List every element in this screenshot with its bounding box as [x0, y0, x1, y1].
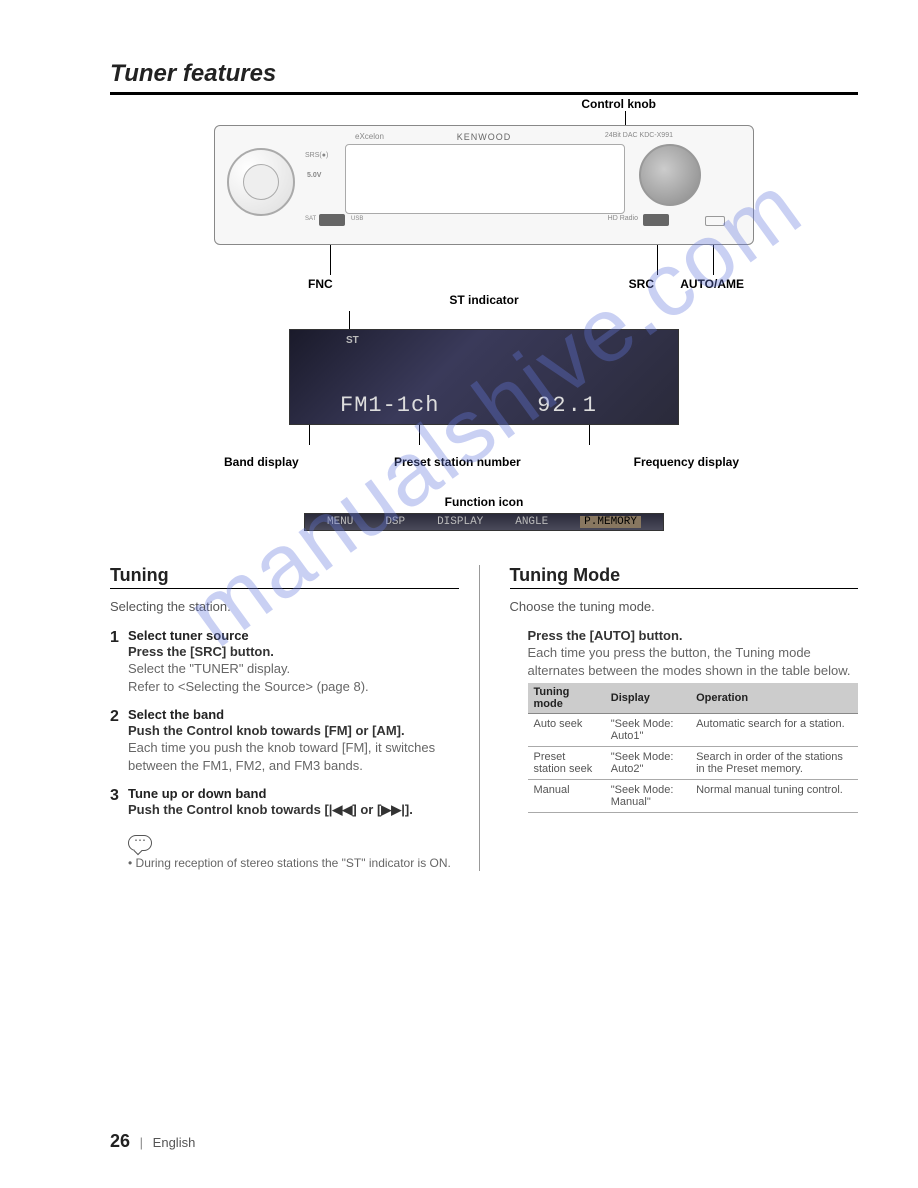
step-action: Push the Control knob towards [|◀◀] or [… — [128, 802, 459, 818]
table-header: Tuning mode — [528, 683, 605, 714]
callout-freq-display: Frequency display — [634, 455, 739, 469]
fnc-button-icon — [319, 214, 345, 226]
page-footer: 26 | English — [110, 1131, 195, 1152]
lcd-st-indicator: ST — [346, 335, 359, 346]
func-item: DISPLAY — [437, 516, 483, 528]
tuning-intro: Selecting the station. — [110, 599, 459, 614]
step-3: 3 Tune up or down band Push the Control … — [110, 786, 459, 819]
radio-faceplate: KENWOOD eXcelon 24Bit DAC KDC-X991 SRS(●… — [214, 125, 754, 245]
radio-screen-icon — [345, 144, 625, 214]
section-heading-tuning: Tuning — [110, 565, 459, 589]
callout-auto-ame: AUTO/AME — [680, 277, 744, 291]
step-1: 1 Select tuner source Press the [SRC] bu… — [110, 628, 459, 695]
callout-st-indicator: ST indicator — [110, 293, 858, 307]
note-text: During reception of stereo stations the … — [128, 855, 459, 871]
footer-language: English — [153, 1135, 196, 1150]
srs-label: SRS(●) — [305, 152, 328, 159]
tuning-mode-section: Tuning Mode Choose the tuning mode. Pres… — [510, 565, 859, 871]
sat-label: SAT — [305, 216, 316, 222]
step-number: 1 — [110, 628, 128, 695]
control-knob-icon — [639, 144, 701, 206]
callout-fnc: FNC — [308, 277, 333, 291]
step-desc: Each time you push the knob toward [FM],… — [128, 739, 459, 774]
tuning-mode-intro: Choose the tuning mode. — [510, 599, 859, 614]
model-label: 24Bit DAC KDC-X991 — [605, 132, 673, 139]
table-cell: "Seek Mode: Manual" — [605, 780, 690, 813]
table-cell: Preset station seek — [528, 747, 605, 780]
table-row: Auto seek "Seek Mode: Auto1" Automatic s… — [528, 714, 859, 747]
volume-knob-center-icon — [243, 164, 279, 200]
leader-line — [713, 245, 714, 275]
table-cell: "Seek Mode: Auto2" — [605, 747, 690, 780]
table-row: Manual "Seek Mode: Manual" Normal manual… — [528, 780, 859, 813]
step-title: Select the band — [128, 707, 459, 722]
func-item: MENU — [327, 516, 353, 528]
section-heading-tuning-mode: Tuning Mode — [510, 565, 859, 589]
leader-line — [309, 425, 310, 445]
table-header: Display — [605, 683, 690, 714]
table-header: Operation — [690, 683, 858, 714]
callout-function-icon: Function icon — [110, 495, 858, 509]
lcd-band-text: FM1-1ch — [340, 393, 439, 418]
lcd-display: ST FM1-1ch 92.1 — [289, 329, 679, 425]
hdradio-label: HD Radio — [608, 215, 638, 222]
function-icon-bar: MENU DSP DISPLAY ANGLE P.MEMORY — [304, 513, 664, 531]
tuning-mode-action: Press the [AUTO] button. — [528, 628, 859, 643]
leader-line — [419, 425, 420, 445]
brand-label: KENWOOD — [457, 132, 512, 142]
func-item: DSP — [385, 516, 405, 528]
callout-control-knob: Control knob — [581, 97, 656, 111]
main-diagram: Control knob KENWOOD eXcelon 24Bit DAC K… — [110, 125, 858, 531]
auto-button-icon — [705, 216, 725, 226]
step-title: Select tuner source — [128, 628, 459, 643]
step-action: Press the [SRC] button. — [128, 644, 459, 659]
step-number: 2 — [110, 707, 128, 774]
table-row: Preset station seek "Seek Mode: Auto2" S… — [528, 747, 859, 780]
leader-line — [657, 245, 658, 275]
table-cell: Auto seek — [528, 714, 605, 747]
src-button-icon — [643, 214, 669, 226]
usb-label: USB — [351, 216, 363, 222]
note-icon — [128, 835, 152, 851]
callout-preset-number: Preset station number — [394, 455, 521, 469]
table-cell: "Seek Mode: Auto1" — [605, 714, 690, 747]
series-label: eXcelon — [355, 132, 384, 141]
func-item-active: P.MEMORY — [580, 516, 641, 528]
step-title: Tune up or down band — [128, 786, 459, 801]
table-cell: Search in order of the stations in the P… — [690, 747, 858, 780]
table-cell: Manual — [528, 780, 605, 813]
page-title: Tuner features — [110, 60, 858, 95]
func-item: ANGLE — [515, 516, 548, 528]
page-number: 26 — [110, 1131, 130, 1151]
tuning-mode-desc: Each time you press the button, the Tuni… — [528, 644, 859, 679]
callout-band-display: Band display — [224, 455, 299, 469]
tuning-section: Tuning Selecting the station. 1 Select t… — [110, 565, 480, 871]
tuning-mode-table: Tuning mode Display Operation Auto seek … — [528, 683, 859, 813]
preout-label: 5.0V — [307, 172, 321, 179]
step-action: Push the Control knob towards [FM] or [A… — [128, 723, 459, 738]
table-cell: Automatic search for a station. — [690, 714, 858, 747]
step-2: 2 Select the band Push the Control knob … — [110, 707, 459, 774]
step-desc: Select the "TUNER" display. — [128, 660, 459, 678]
leader-line — [589, 425, 590, 445]
step-desc: Refer to <Selecting the Source> (page 8)… — [128, 678, 459, 696]
step-number: 3 — [110, 786, 128, 819]
table-cell: Normal manual tuning control. — [690, 780, 858, 813]
callout-src: SRC — [629, 277, 654, 291]
leader-line — [330, 245, 331, 275]
footer-separator: | — [140, 1135, 143, 1150]
lcd-freq-text: 92.1 — [537, 393, 598, 418]
